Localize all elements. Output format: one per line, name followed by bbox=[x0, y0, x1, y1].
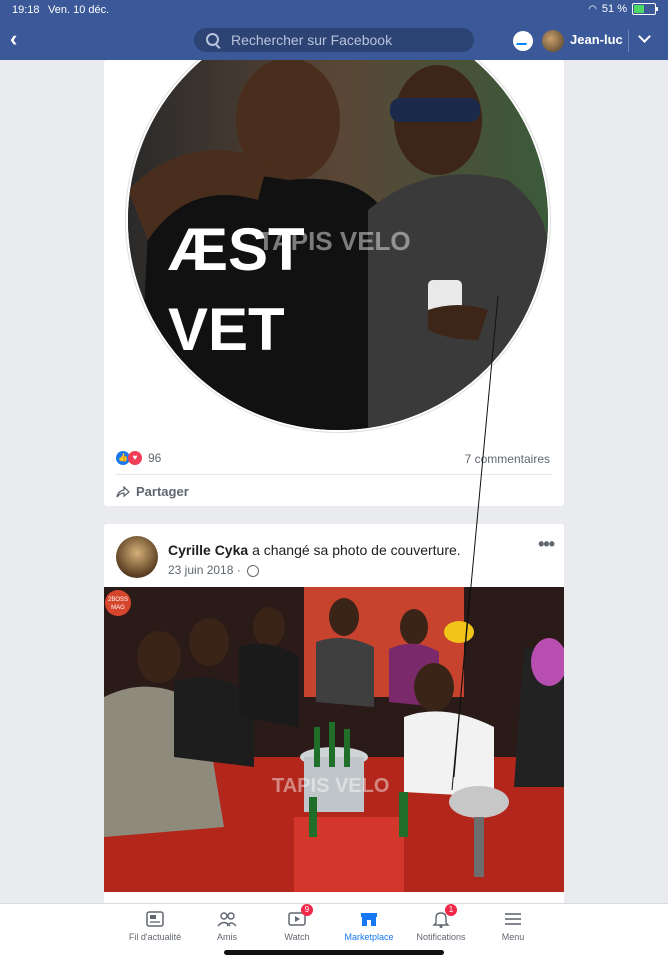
home-indicator bbox=[224, 950, 444, 955]
tab-label: Notifications bbox=[416, 932, 466, 942]
watch-icon: 9 bbox=[287, 904, 313, 928]
watch-badge: 9 bbox=[301, 904, 313, 916]
tab-label: Menu bbox=[501, 932, 525, 942]
notifications-badge: 1 bbox=[445, 904, 457, 916]
tab-label: Amis bbox=[217, 932, 237, 942]
bell-icon: 1 bbox=[431, 904, 457, 928]
tab-label: Fil d'actualité bbox=[128, 932, 182, 942]
friends-icon bbox=[217, 910, 237, 928]
tab-menu[interactable]: Menu bbox=[468, 910, 558, 942]
marketplace-icon bbox=[359, 910, 379, 928]
drawn-line bbox=[451, 295, 499, 791]
news-feed-icon bbox=[145, 910, 165, 928]
tab-label: Marketplace bbox=[344, 932, 394, 942]
tab-label: Watch bbox=[284, 932, 310, 942]
menu-icon bbox=[503, 910, 523, 928]
